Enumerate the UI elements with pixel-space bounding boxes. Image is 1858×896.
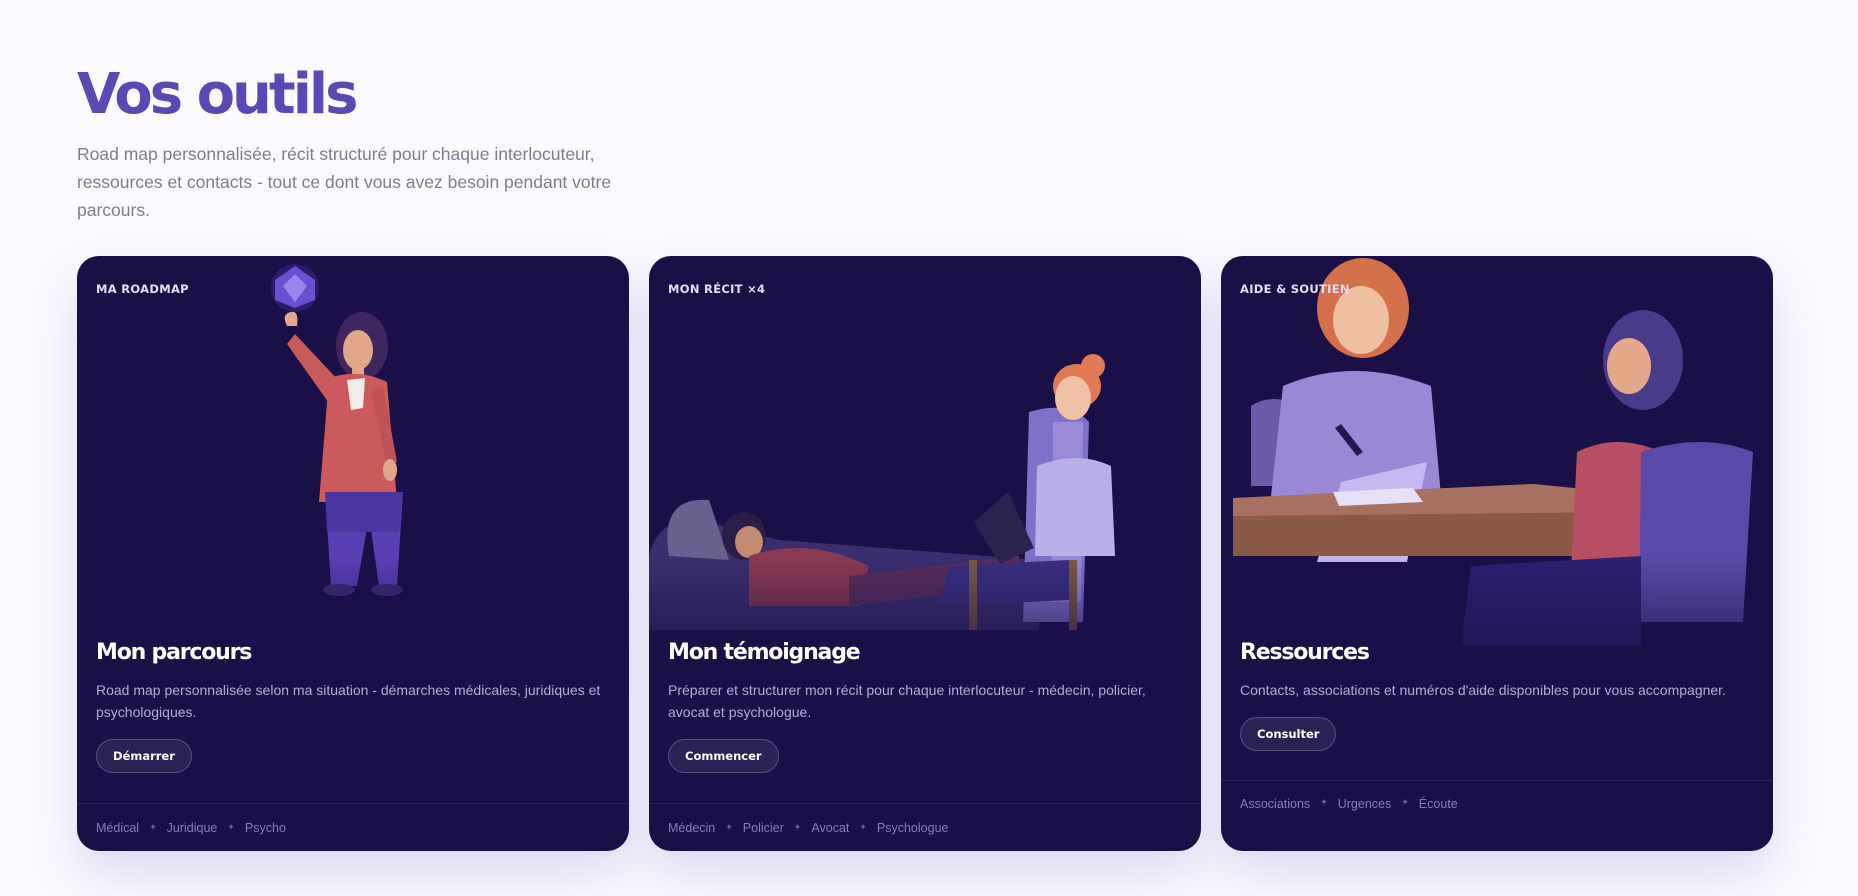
card-description: Préparer et structurer mon récit pour ch… [668, 682, 1146, 720]
card-body: Ressources Contacts, associations et num… [1240, 640, 1754, 751]
card-testimony[interactable]: MON RÉCIT ×4 Mon témoignage Préparer et … [649, 256, 1201, 851]
card-label: MON RÉCIT ×4 [668, 282, 766, 296]
sparkle-icon: ✦ [725, 822, 733, 832]
card-tags: Médical ✦ Juridique ✦ Psycho [77, 803, 629, 851]
card-description: Road map personnalisée selon ma situatio… [96, 682, 601, 720]
tag-medical: Médical [96, 820, 140, 835]
card-tags: Associations ✦ Urgences ✦ Écoute [1221, 780, 1773, 851]
sparkle-icon: ✦ [227, 822, 235, 832]
consult-button[interactable]: Consulter [1240, 717, 1337, 751]
tag-police: Policier [742, 820, 784, 835]
sparkle-icon: ✦ [859, 822, 867, 832]
sparkle-icon: ✦ [1320, 797, 1328, 807]
tag-associations: Associations [1240, 797, 1311, 811]
card-description: Contacts, associations et numéros d'aide… [1240, 682, 1726, 698]
start-button[interactable]: Démarrer [96, 739, 192, 773]
card-resources[interactable]: AIDE & SOUTIEN Ressources Contacts, asso… [1221, 256, 1773, 851]
tag-listening: Écoute [1418, 797, 1458, 811]
page-title: Vos outils [77, 62, 358, 127]
card-title: Mon témoignage [668, 640, 861, 665]
card-label: AIDE & SOUTIEN [1240, 282, 1350, 296]
card-body: Mon parcours Road map personnalisée selo… [96, 640, 610, 773]
sparkle-icon: ✦ [793, 822, 802, 832]
tag-doctor: Médecin [668, 820, 716, 835]
tag-psychologist: Psychologue [876, 820, 949, 835]
tag-lawyer: Avocat [811, 820, 850, 835]
card-title: Mon parcours [96, 640, 252, 665]
tag-legal: Juridique [166, 820, 218, 835]
tag-psycho: Psycho [244, 820, 286, 835]
begin-button[interactable]: Commencer [668, 739, 779, 773]
page-subtitle: Road map personnalisée, récit structuré … [77, 143, 612, 220]
card-title: Ressources [1240, 640, 1370, 665]
card-label: MA ROADMAP [96, 282, 189, 296]
tools-header: Vos outils Road map personnalisée, récit… [77, 64, 677, 224]
gem-icon [271, 264, 319, 312]
tag-emergencies: Urgences [1337, 797, 1392, 811]
card-roadmap[interactable]: MA ROADMAP Mon parcours Road map personn… [77, 256, 629, 851]
sparkle-icon: ✦ [1401, 797, 1409, 807]
sparkle-icon: ✦ [149, 822, 157, 832]
card-tags: Médecin ✦ Policier ✦ Avocat ✦ Psychologu… [649, 803, 1201, 851]
card-body: Mon témoignage Préparer et structurer mo… [668, 640, 1182, 773]
tool-cards: MA ROADMAP Mon parcours Road map personn… [77, 256, 1773, 851]
